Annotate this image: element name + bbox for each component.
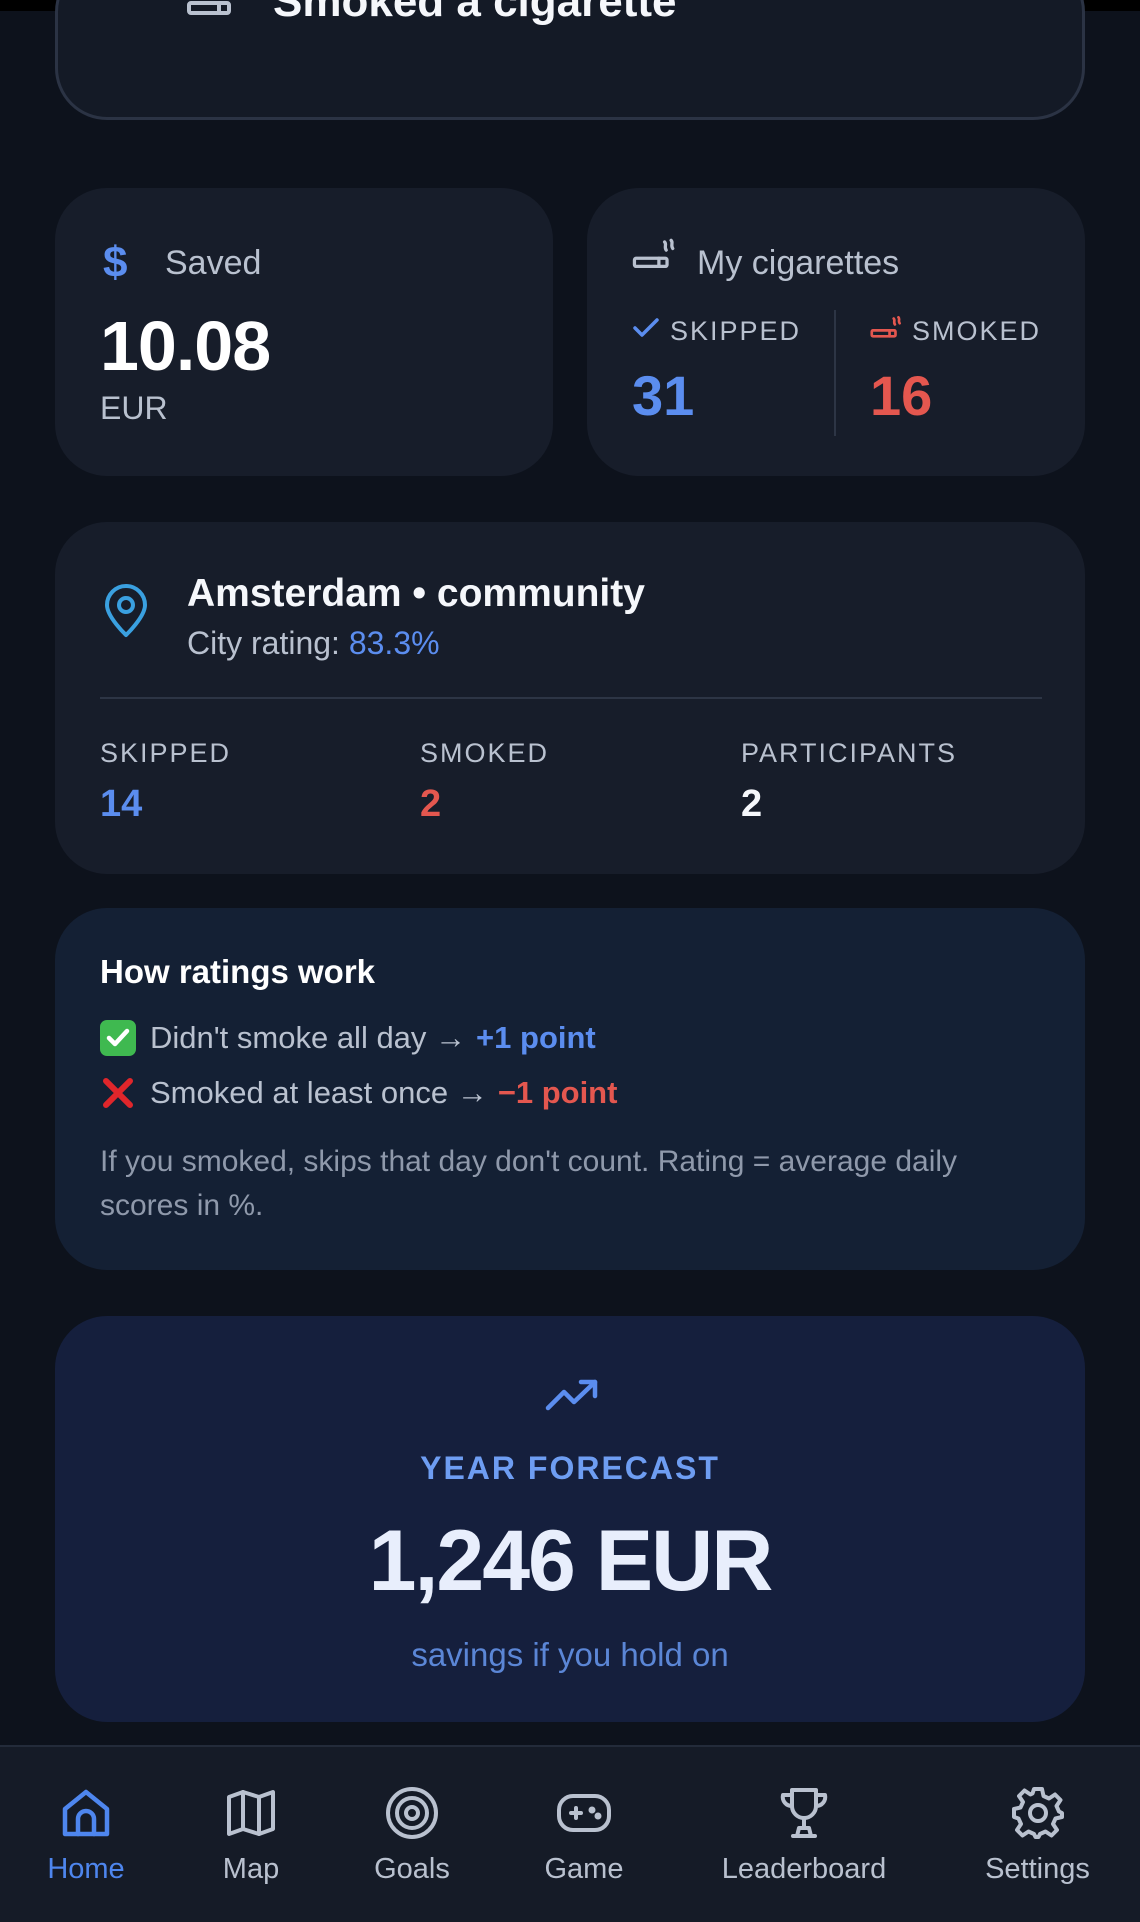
saved-label: Saved — [165, 244, 262, 282]
nav-goals[interactable]: Goals — [362, 1747, 462, 1922]
city-rating: City rating: 83.3% — [187, 625, 440, 662]
skipped-label: SKIPPED — [670, 316, 802, 346]
nav-home[interactable]: Home — [38, 1747, 134, 1922]
city-stat-skipped: SKIPPED 14 — [100, 738, 231, 826]
forecast-subtitle: savings if you hold on — [411, 1636, 729, 1673]
nav-settings[interactable]: Settings — [980, 1747, 1095, 1922]
check-icon — [632, 316, 660, 347]
map-icon — [226, 1785, 276, 1841]
rule-plus-points: +1 point — [476, 1020, 596, 1055]
saved-currency: EUR — [100, 390, 168, 426]
stat-value: 14 — [100, 783, 143, 825]
skipped-stat: SKIPPED 31 — [632, 316, 801, 428]
divider — [100, 697, 1042, 699]
nav-label: Leaderboard — [721, 1853, 887, 1885]
action-label: Smoked a cigarette — [273, 0, 677, 26]
trophy-icon — [778, 1785, 830, 1841]
cigarette-icon — [870, 316, 902, 347]
cigarette-icon — [186, 0, 240, 24]
stat-value: 2 — [741, 783, 763, 825]
smoked-value: 16 — [870, 364, 933, 427]
city-rating-label: City rating: — [187, 625, 340, 661]
stat-label: SKIPPED — [100, 738, 232, 768]
check-mark-icon — [100, 1020, 136, 1056]
nav-leaderboard[interactable]: Leaderboard — [716, 1747, 892, 1922]
saved-value: 10.08 — [100, 307, 271, 385]
rule-plus-text: Didn't smoke all day → — [150, 1020, 467, 1055]
target-icon — [385, 1785, 439, 1841]
saved-card: $ Saved 10.08 EUR — [55, 188, 553, 476]
home-icon — [60, 1785, 112, 1841]
rule-minus-points: −1 point — [497, 1075, 618, 1110]
my-cigarettes-card: My cigarettes SKIPPED 31 SMOKED 16 — [587, 188, 1085, 476]
nav-label: Goals — [374, 1853, 450, 1885]
nav-map[interactable]: Map — [205, 1747, 297, 1922]
rule-plus: Didn't smoke all day → +1 point — [100, 1020, 596, 1056]
city-community-card[interactable]: Amsterdam • community City rating: 83.3%… — [55, 522, 1085, 874]
how-ratings-title: How ratings work — [100, 953, 376, 990]
trending-up-icon — [545, 1378, 601, 1419]
stat-label: SMOKED — [420, 738, 550, 768]
skipped-value: 31 — [632, 364, 695, 427]
smoked-stat: SMOKED 16 — [870, 316, 1041, 428]
city-name: Amsterdam • community — [187, 572, 645, 615]
gamepad-icon — [556, 1785, 612, 1841]
smoked-cigarette-button[interactable]: Smoked a cigarette — [55, 0, 1085, 120]
nav-game[interactable]: Game — [534, 1747, 634, 1922]
bottom-nav: Home Map Goals Game Leaderboard Settings — [0, 1745, 1140, 1922]
forecast-label: YEAR FORECAST — [420, 1450, 720, 1486]
nav-label: Home — [47, 1853, 125, 1885]
dollar-icon: $ — [103, 238, 128, 287]
how-ratings-card: How ratings work Didn't smoke all day → … — [55, 908, 1085, 1270]
nav-label: Settings — [985, 1853, 1090, 1885]
city-rating-value: 83.3% — [348, 625, 440, 661]
divider — [834, 310, 836, 436]
year-forecast-card: YEAR FORECAST 1,246 EUR savings if you h… — [55, 1316, 1085, 1722]
nav-label: Game — [544, 1853, 624, 1885]
nav-label: Map — [222, 1853, 280, 1885]
rule-minus-text: Smoked at least once → — [150, 1075, 488, 1110]
stat-value: 2 — [420, 783, 442, 825]
city-stat-smoked: SMOKED 2 — [420, 738, 549, 826]
stat-label: PARTICIPANTS — [741, 738, 958, 768]
rule-minus: Smoked at least once → −1 point — [100, 1075, 617, 1111]
cross-mark-icon — [100, 1075, 136, 1111]
city-stat-participants: PARTICIPANTS 2 — [741, 738, 957, 826]
my-cigarettes-title: My cigarettes — [697, 244, 900, 282]
ratings-note: If you smoked, skips that day don't coun… — [100, 1145, 958, 1222]
location-pin-icon — [103, 584, 149, 643]
smoked-label: SMOKED — [912, 316, 1042, 346]
forecast-amount: 1,246 EUR — [368, 1513, 774, 1609]
cigarette-icon — [632, 238, 676, 277]
gear-icon — [1011, 1785, 1065, 1841]
